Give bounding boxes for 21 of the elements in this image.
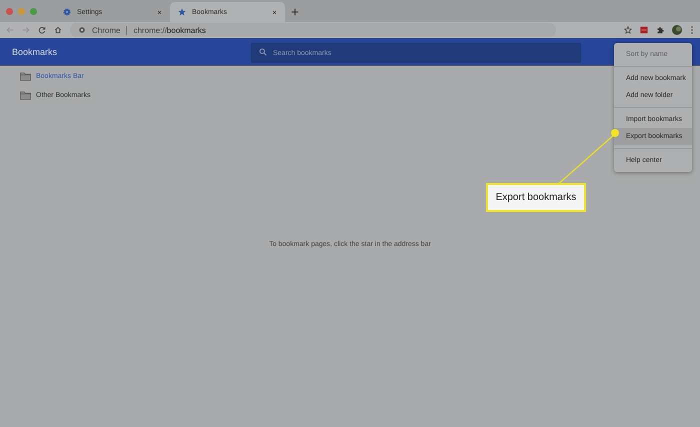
new-tab-icon[interactable] — [291, 8, 299, 16]
address-bar[interactable]: Chrome chrome://bookmarks — [70, 23, 556, 37]
reload-icon[interactable] — [38, 26, 46, 34]
search-icon — [259, 48, 267, 56]
url-text: chrome://bookmarks — [133, 26, 206, 34]
puzzle-icon[interactable] — [656, 26, 664, 34]
callout-label: Export bookmarks — [486, 183, 586, 212]
folder-icon — [20, 72, 31, 81]
close-tab-icon[interactable] — [272, 10, 277, 14]
page-title: Bookmarks — [12, 46, 58, 56]
home-icon[interactable] — [54, 26, 62, 34]
folder-icon — [20, 91, 31, 100]
close-tab-icon[interactable] — [157, 10, 162, 14]
star-icon — [178, 8, 186, 16]
profile-avatar-icon[interactable] — [672, 25, 682, 35]
bookmark-star-icon[interactable] — [624, 26, 632, 34]
extension-icon[interactable] — [640, 26, 648, 34]
more-menu-icon[interactable] — [690, 25, 694, 35]
gear-icon — [63, 8, 71, 16]
chrome-page-icon — [78, 26, 86, 34]
site-label: Chrome — [92, 26, 120, 34]
